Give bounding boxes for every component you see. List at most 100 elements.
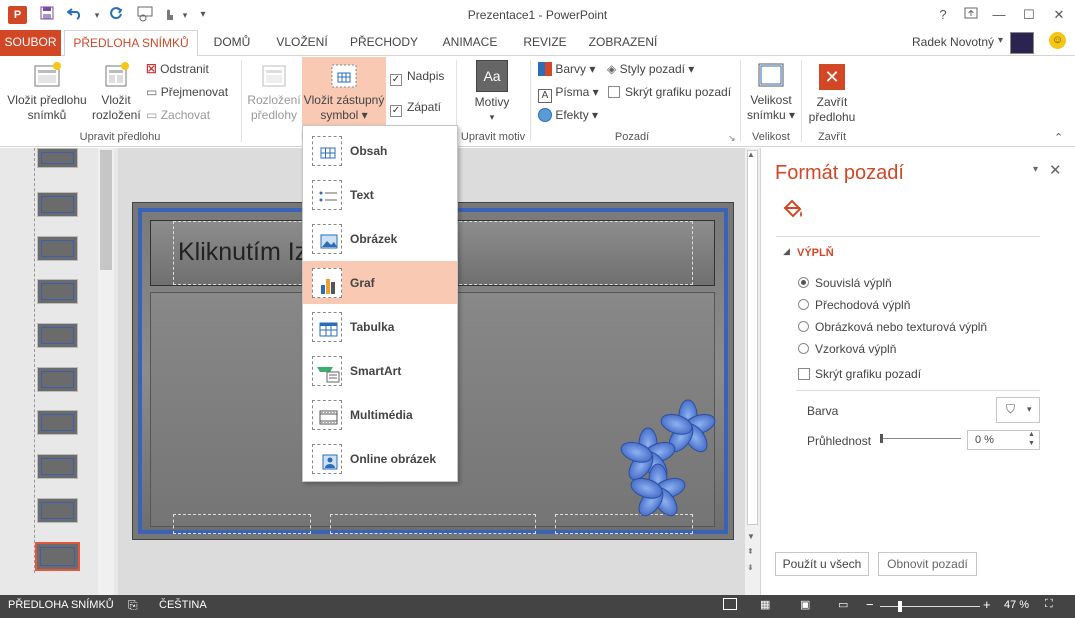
transparency-slider[interactable] <box>881 438 961 439</box>
zoom-out-button[interactable]: − <box>866 597 874 612</box>
date-placeholder[interactable] <box>173 514 311 534</box>
radio-picture-fill[interactable]: Obrázková nebo texturová výplň <box>798 320 987 334</box>
layout-thumbnail[interactable] <box>37 498 78 523</box>
collapse-ribbon-icon[interactable]: ⌃ <box>1054 131 1063 144</box>
help-button[interactable]: ? <box>930 6 956 24</box>
fit-to-window-icon[interactable]: ⛶ <box>1045 598 1053 611</box>
background-styles-button[interactable]: ◈ Styly pozadí ▾ <box>607 59 694 79</box>
tab-predloha-snimku[interactable]: PŘEDLOHA SNÍMKŮ <box>64 30 198 57</box>
tab-vlozeni[interactable]: VLOŽENÍ <box>266 30 338 56</box>
radio-button[interactable] <box>798 321 809 332</box>
menu-item-obsah[interactable]: Obsah <box>303 129 457 172</box>
language-indicator[interactable]: ČEŠTINA <box>159 599 207 611</box>
checkbox-box[interactable] <box>798 368 810 380</box>
minimize-button[interactable]: — <box>986 6 1012 24</box>
radio-gradient-fill[interactable]: Přechodová výplň <box>798 298 910 312</box>
layout-thumbnail-selected[interactable] <box>35 542 80 571</box>
rename-button[interactable]: ▭ Přejmenovat <box>146 82 228 102</box>
radio-button[interactable] <box>798 299 809 310</box>
title-checkbox-box[interactable]: ✓ <box>390 74 402 86</box>
scroll-up-icon[interactable]: ▲ <box>747 150 755 159</box>
tab-zobrazeni[interactable]: ZOBRAZENÍ <box>580 30 666 56</box>
layout-thumbnail[interactable] <box>37 410 78 435</box>
menu-item-tabulka[interactable]: Tabulka <box>303 305 457 348</box>
format-background-launcher-icon[interactable]: ↘ <box>728 133 736 144</box>
title-checkbox[interactable]: ✓ Nadpis <box>390 66 444 86</box>
previous-slide-icon[interactable]: ⇞ <box>747 547 754 556</box>
fill-bucket-icon[interactable] <box>780 196 806 222</box>
zoom-level[interactable]: 47 % <box>1004 599 1029 611</box>
apply-to-all-button[interactable]: Použít u všech <box>775 552 869 576</box>
zoom-slider[interactable] <box>880 606 980 607</box>
tab-domu[interactable]: DOMŮ <box>202 30 262 56</box>
feedback-smiley-icon[interactable]: ☺ <box>1049 32 1066 49</box>
slide-size-button[interactable]: Velikost snímku ▾ <box>744 60 798 123</box>
radio-button[interactable] <box>798 343 809 354</box>
normal-view-icon[interactable] <box>723 598 737 610</box>
section-collapse-icon[interactable]: ◢ <box>783 246 790 257</box>
footer-placeholder[interactable] <box>330 514 536 534</box>
layout-thumbnail[interactable] <box>37 192 78 217</box>
spinner-up-icon[interactable]: ▲ <box>1028 431 1035 438</box>
spinner-down-icon[interactable]: ▼ <box>1028 440 1035 447</box>
menu-item-online-obrazek[interactable]: Online obrázek <box>303 437 457 480</box>
slide-show-icon[interactable]: ▭ <box>838 598 848 611</box>
insert-placeholder-button[interactable]: Vložit zástupný symbol ▾ <box>302 60 386 123</box>
transparency-spinner[interactable]: 0 % ▲ ▼ <box>967 430 1040 450</box>
pane-close-icon[interactable]: ✕ <box>1049 161 1062 179</box>
zoom-in-button[interactable]: + <box>983 597 991 612</box>
delete-button[interactable]: ☒ Odstranit <box>146 59 209 79</box>
tab-revize[interactable]: REVIZE <box>514 30 576 56</box>
themes-button[interactable]: Aa Motivy ▾ <box>468 60 516 125</box>
hide-background-graphics-checkbox[interactable]: Skrýt grafiku pozadí <box>608 82 731 102</box>
master-layout-button[interactable]: Rozložení předlohy <box>246 60 302 123</box>
maximize-button[interactable]: ☐ <box>1016 6 1042 24</box>
tab-soubor[interactable]: SOUBOR <box>0 30 61 56</box>
hide-graphics-checkbox[interactable]: Skrýt grafiku pozadí <box>798 367 921 381</box>
tab-prechody[interactable]: PŘECHODY <box>342 30 426 56</box>
zoom-slider-handle[interactable] <box>898 601 902 612</box>
menu-item-text[interactable]: Text <box>303 173 457 216</box>
slide-sorter-icon[interactable]: ▦ <box>760 598 770 611</box>
menu-item-obrazek[interactable]: Obrázek <box>303 217 457 260</box>
avatar[interactable] <box>1010 32 1034 54</box>
menu-item-graf[interactable]: Graf <box>303 261 457 304</box>
transparency-slider-handle[interactable] <box>880 434 883 443</box>
color-picker-button[interactable]: ⛉ ▾ <box>996 397 1040 423</box>
canvas-scrollbar-thumb[interactable] <box>747 150 758 525</box>
radio-solid-fill[interactable]: Souvislá výplň <box>798 276 892 290</box>
footer-checkbox-box[interactable]: ✓ <box>390 105 402 117</box>
reading-view-icon[interactable]: ▣ <box>800 598 810 611</box>
scroll-down-icon[interactable]: ▼ <box>747 532 755 541</box>
fill-section-header[interactable]: VÝPLŇ <box>797 247 834 259</box>
effects-button[interactable]: Efekty ▾ <box>538 105 598 125</box>
proofing-icon[interactable]: ⎘ <box>128 598 138 613</box>
ribbon-display-options-button[interactable] <box>958 6 984 24</box>
footer-checkbox[interactable]: ✓ Zápatí <box>390 97 441 117</box>
transparency-value[interactable]: 0 % <box>975 434 994 446</box>
slide-title-text[interactable]: Kliknutím Iz <box>178 238 307 267</box>
tab-animace[interactable]: ANIMACE <box>430 30 510 56</box>
user-name[interactable]: Radek Novotný <box>912 35 994 49</box>
fonts-button[interactable]: A Písma ▾ <box>538 82 599 103</box>
insert-slide-master-button[interactable]: Vložit předlohu snímků <box>4 60 90 123</box>
radio-pattern-fill[interactable]: Vzorková výplň <box>798 342 896 356</box>
layout-thumbnail[interactable] <box>37 148 78 168</box>
colors-button[interactable]: Barvy ▾ <box>538 59 595 79</box>
layout-thumbnail[interactable] <box>37 454 78 479</box>
pane-options-icon[interactable]: ▾ <box>1033 164 1038 175</box>
layout-thumbnail[interactable] <box>37 279 78 304</box>
hide-background-graphics-box[interactable] <box>608 86 620 98</box>
thumbnails-scrollbar-thumb[interactable] <box>100 150 112 270</box>
preserve-button[interactable]: ▭ Zachovat <box>146 105 210 125</box>
layout-thumbnail[interactable] <box>37 367 78 392</box>
layout-thumbnail[interactable] <box>37 323 78 348</box>
close-master-view-button[interactable]: ✕ Zavřít předlohu <box>806 60 858 125</box>
next-slide-icon[interactable]: ⇟ <box>747 563 754 572</box>
close-button[interactable]: ✕ <box>1046 6 1072 24</box>
radio-button[interactable] <box>798 277 809 288</box>
insert-layout-button[interactable]: Vložit rozložení <box>92 60 141 123</box>
reset-background-button[interactable]: Obnovit pozadí <box>878 552 977 576</box>
menu-item-smartart[interactable]: SmartArt <box>303 349 457 392</box>
user-dropdown-icon[interactable]: ▾ <box>998 35 1003 46</box>
